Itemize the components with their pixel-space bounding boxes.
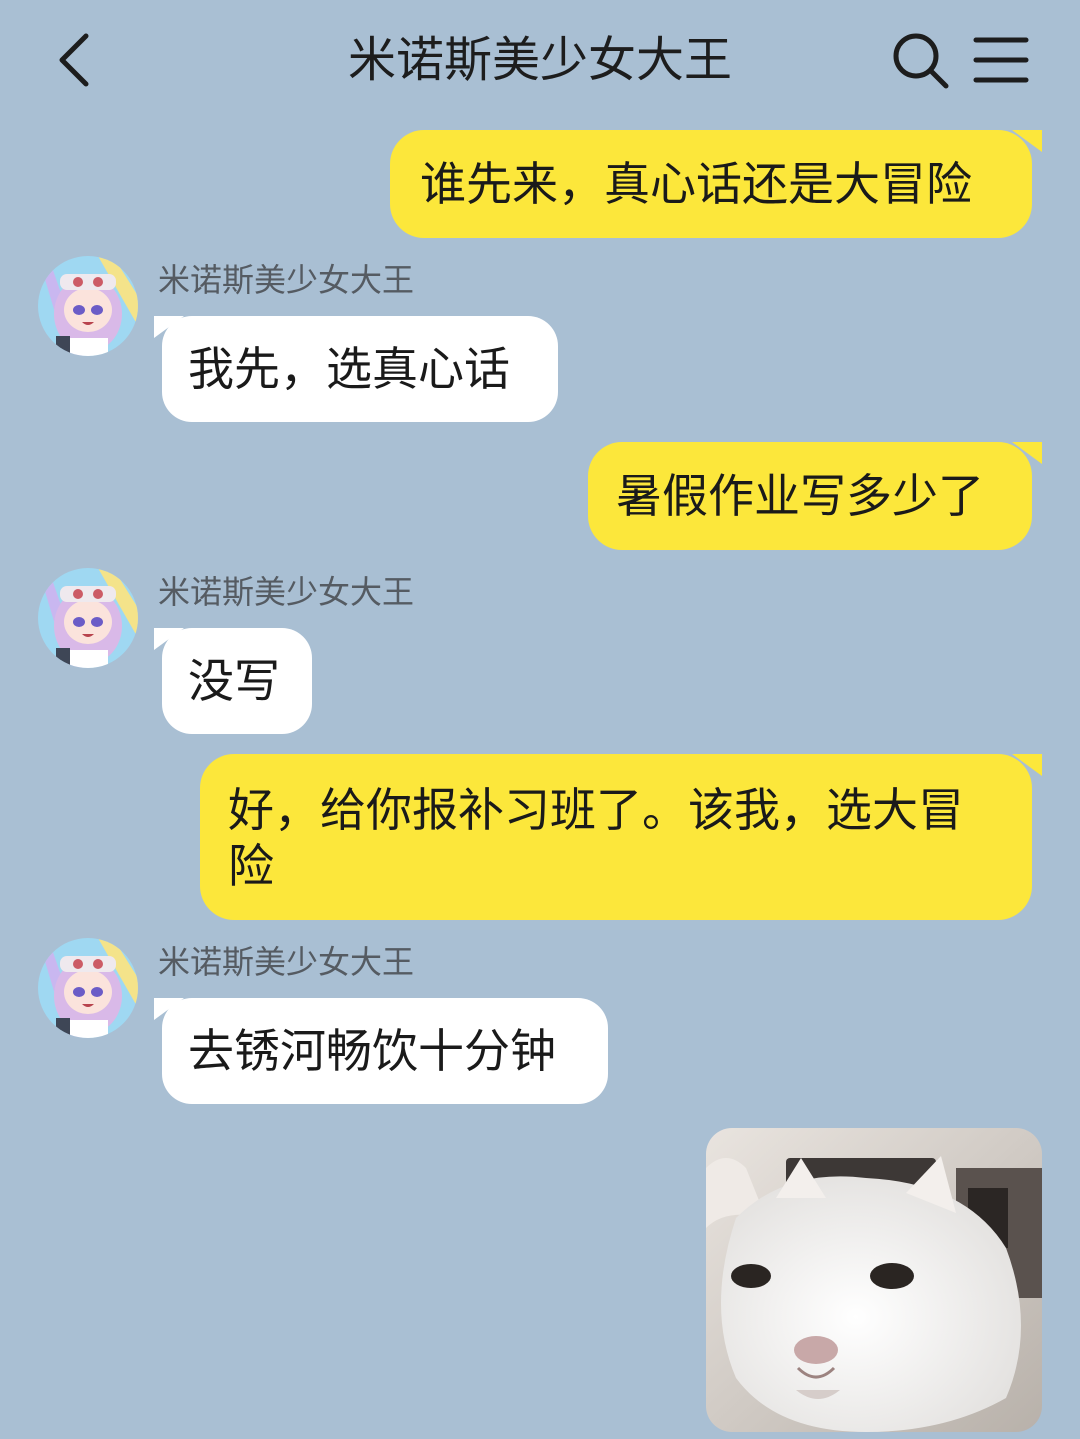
outgoing-message[interactable]: 暑假作业写多少了	[588, 442, 1042, 550]
chat-title: 米诺斯美少女大王	[347, 32, 732, 88]
chevron-left-icon	[59, 33, 89, 87]
anime-girl-avatar-icon	[38, 568, 138, 668]
search-button[interactable]	[890, 30, 952, 92]
avatar[interactable]	[38, 938, 138, 1038]
chat-header: 米诺斯美少女大王	[0, 0, 1080, 120]
incoming-message[interactable]: 没写	[154, 628, 312, 734]
message-text: 谁先来，真心话还是大冒险	[420, 157, 972, 211]
sticker-message[interactable]	[706, 1128, 1042, 1432]
search-icon	[893, 33, 949, 89]
anime-girl-avatar-icon	[38, 938, 138, 1038]
anime-girl-avatar-icon	[38, 256, 138, 356]
bubble-tail	[1012, 442, 1042, 464]
menu-icon	[973, 37, 1029, 83]
back-button[interactable]	[50, 28, 106, 92]
sender-name: 米诺斯美少女大王	[158, 943, 415, 981]
message-text: 没写	[188, 654, 280, 708]
incoming-message[interactable]: 去锈河畅饮十分钟	[154, 998, 608, 1104]
message-text: 去锈河畅饮十分钟	[188, 1024, 556, 1078]
sender-name: 米诺斯美少女大王	[158, 261, 415, 299]
avatar[interactable]	[38, 568, 138, 668]
sender-name: 米诺斯美少女大王	[158, 573, 415, 611]
bubble-tail	[1012, 754, 1042, 776]
bubble-tail	[154, 998, 184, 1020]
outgoing-message[interactable]: 谁先来，真心话还是大冒险	[390, 130, 1042, 238]
message-text: 好，给你报补习班了。该我，选大冒险	[228, 783, 964, 893]
message-text: 暑假作业写多少了	[616, 469, 984, 523]
white-cat-sticker-icon	[706, 1128, 1042, 1432]
outgoing-message[interactable]: 好，给你报补习班了。该我，选大冒险	[200, 754, 1042, 920]
bubble-tail	[1012, 130, 1042, 152]
avatar[interactable]	[38, 256, 138, 356]
bubble-tail	[154, 628, 184, 650]
bubble-tail	[154, 316, 184, 338]
menu-button[interactable]	[972, 34, 1030, 86]
message-text: 我先，选真心话	[188, 342, 510, 396]
incoming-message[interactable]: 我先，选真心话	[154, 316, 558, 422]
